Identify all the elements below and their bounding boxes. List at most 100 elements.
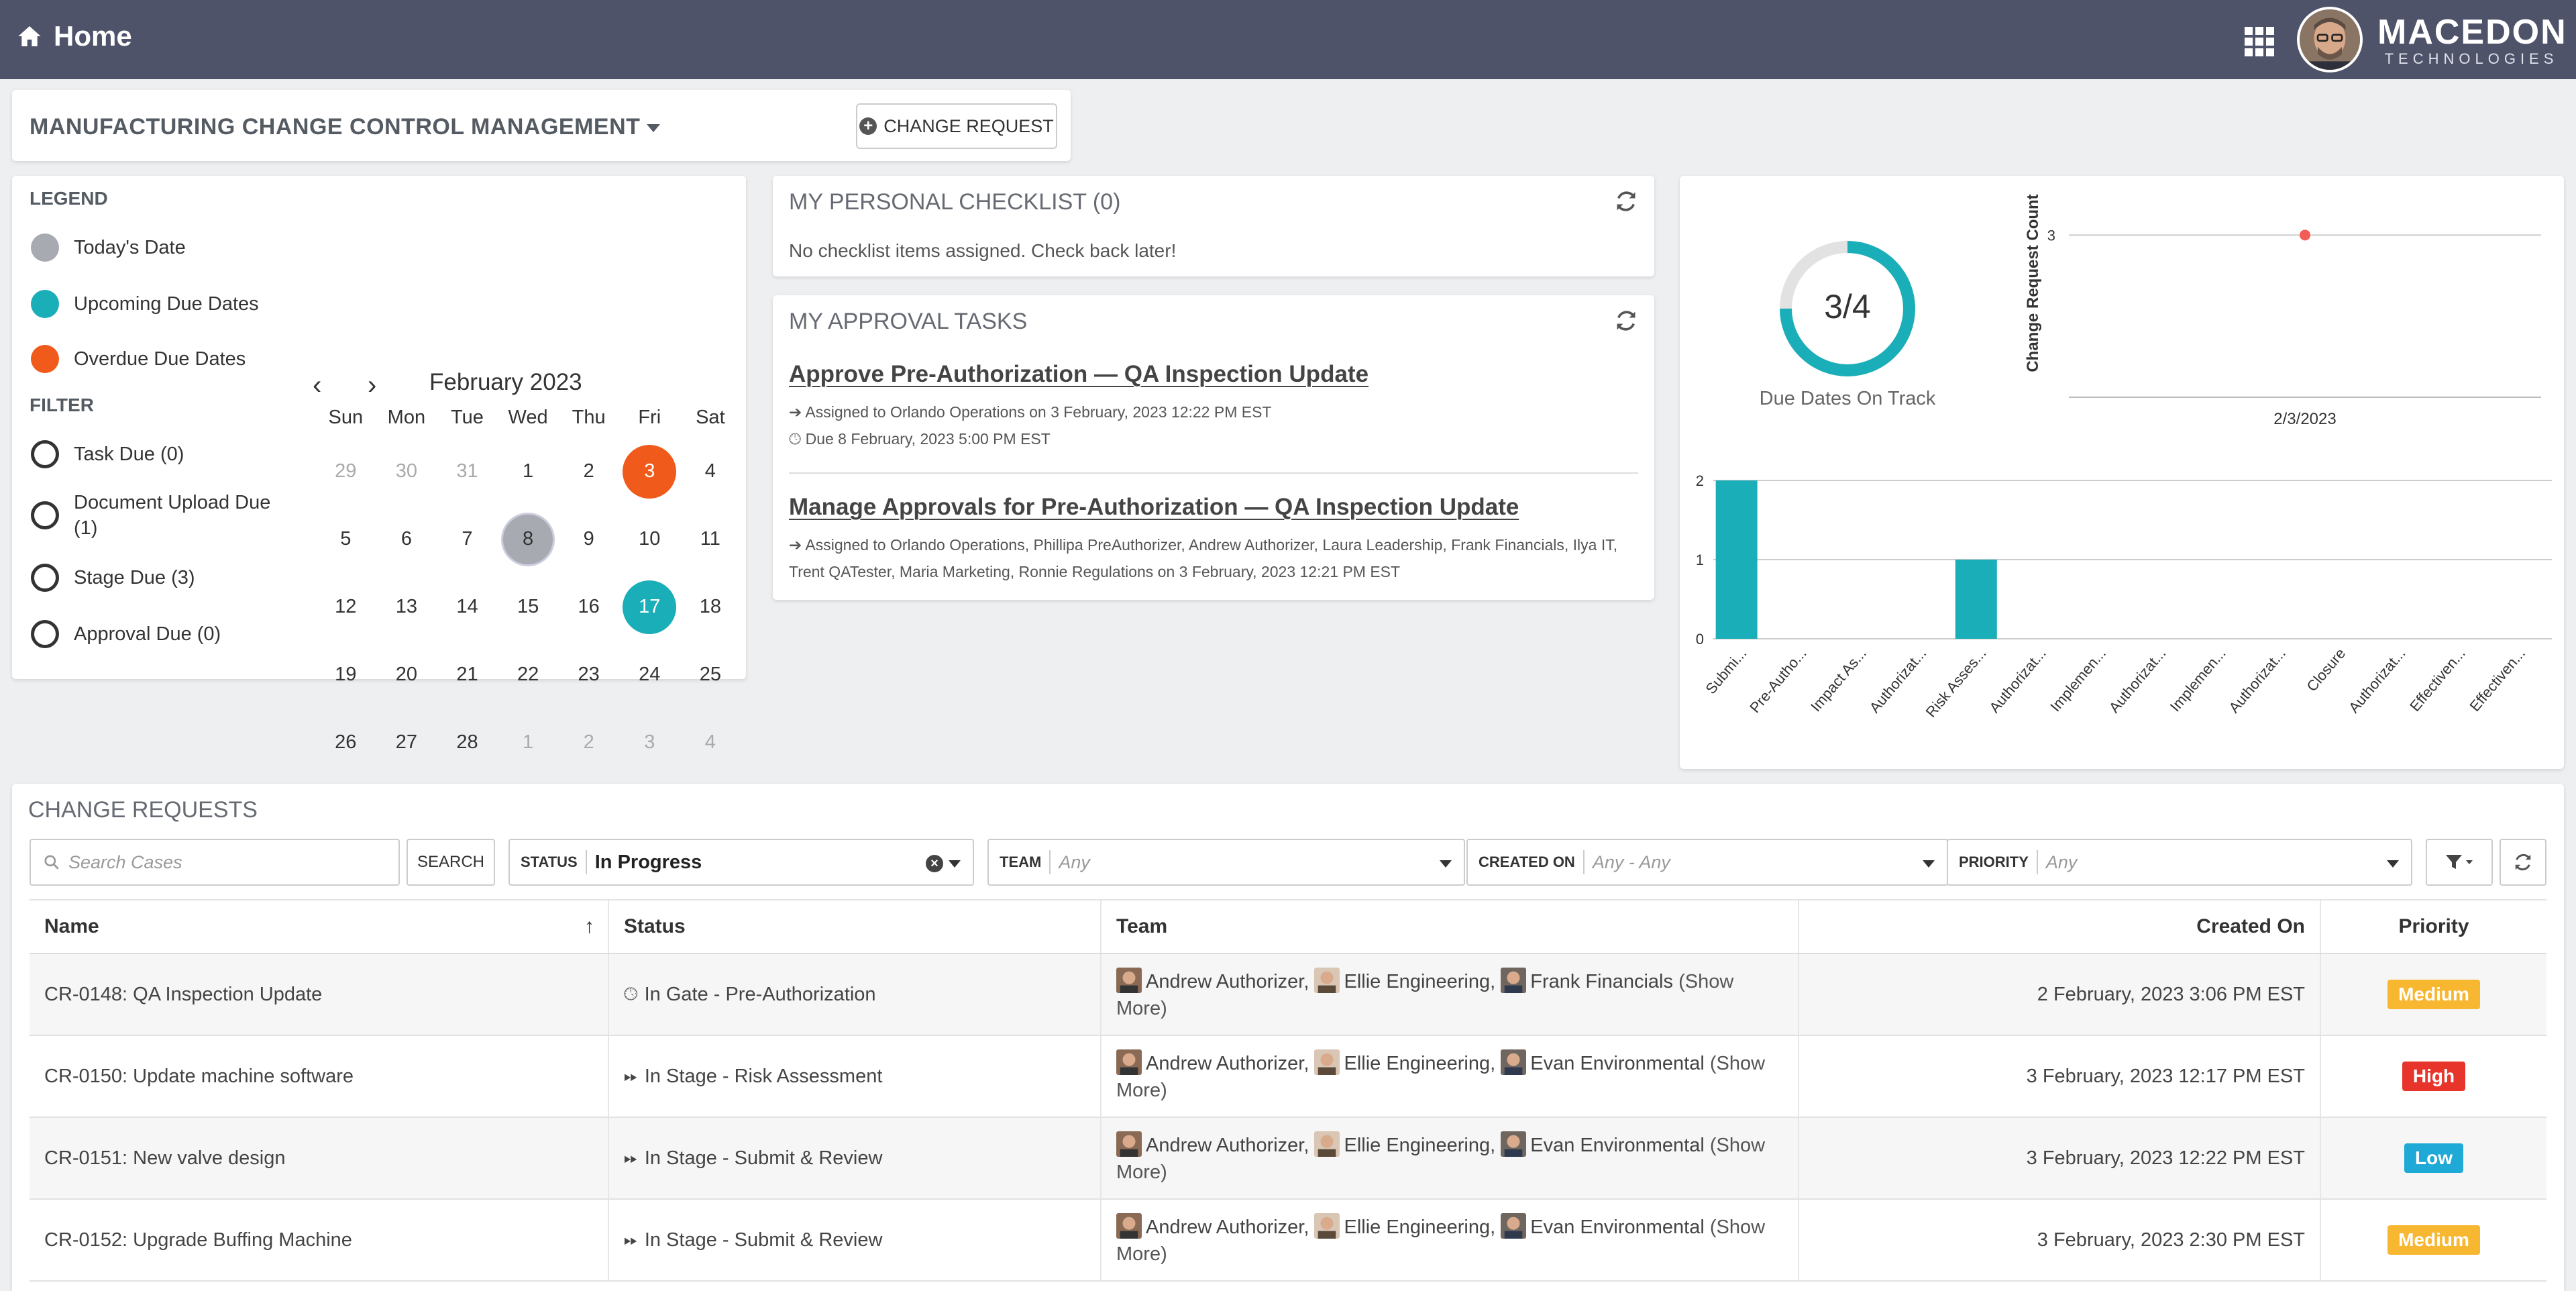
approval-tasks-title: MY APPROVAL TASKS <box>789 309 1028 334</box>
calendar-day[interactable]: 11 <box>680 505 741 573</box>
apps-grid-icon[interactable] <box>2245 27 2274 56</box>
next-month-icon[interactable]: › <box>368 370 376 401</box>
column-header-status[interactable]: Status <box>609 900 1102 953</box>
priority-badge: Low <box>2404 1143 2463 1173</box>
x-tick-label: Authorizat... <box>2225 645 2289 716</box>
calendar-day[interactable]: 5 <box>315 505 376 573</box>
calendar-day[interactable]: 24 <box>619 641 680 709</box>
calendar-day[interactable]: 16 <box>558 573 619 641</box>
home-link[interactable]: Home <box>16 20 132 52</box>
calendar-day-today: 8 <box>501 512 555 566</box>
search-button[interactable]: SEARCH <box>407 839 495 886</box>
approval-task-due: 🕓︎ Due 8 February, 2023 5:00 PM EST <box>789 430 1051 448</box>
team-member: Evan Environmental <box>1530 1134 1705 1156</box>
approval-task-link[interactable]: Manage Approvals for Pre-Authorization —… <box>789 494 1519 521</box>
x-tick-label: Effectiven... <box>2466 645 2528 715</box>
approval-task-link[interactable]: Approve Pre-Authorization — QA Inspectio… <box>789 361 1368 388</box>
filter-task-due[interactable]: Task Due (0) <box>31 440 184 468</box>
calendar-day[interactable]: 17 <box>619 573 680 641</box>
calendar-day[interactable]: 31 <box>437 437 498 505</box>
calendar-day[interactable]: 30 <box>376 437 437 505</box>
calendar-day[interactable]: 8 <box>498 505 559 573</box>
calendar-day[interactable]: 2 <box>558 709 619 776</box>
search-input[interactable]: Search Cases <box>30 839 400 886</box>
calendar-day[interactable]: 13 <box>376 573 437 641</box>
request-status-cell: ⏩︎ In Stage - Submit & Review <box>609 1200 1102 1280</box>
calendar-day[interactable]: 19 <box>315 641 376 709</box>
radio-icon[interactable] <box>31 620 59 648</box>
calendar-day[interactable]: 26 <box>315 709 376 776</box>
calendar-day-number: 16 <box>578 596 600 617</box>
team-filter[interactable]: TEAM Any <box>987 839 1465 886</box>
column-header-created-on[interactable]: Created On <box>1799 900 2321 953</box>
calendar-day[interactable]: 25 <box>680 641 741 709</box>
team-member: Andrew Authorizer, <box>1146 1134 1309 1156</box>
user-avatar[interactable] <box>2297 7 2363 72</box>
calendar-day[interactable]: 20 <box>376 641 437 709</box>
request-name-cell[interactable]: CR-0152: Upgrade Buffing Machine <box>30 1200 609 1280</box>
calendar-day[interactable]: 12 <box>315 573 376 641</box>
calendar-day[interactable]: 7 <box>437 505 498 573</box>
table-row[interactable]: CR-0151: New valve design ⏩︎ In Stage - Su… <box>30 1118 2546 1200</box>
sort-up-icon[interactable]: ↑ <box>584 915 594 938</box>
calendar-day[interactable]: 27 <box>376 709 437 776</box>
chevron-down-icon <box>949 860 961 868</box>
refresh-icon[interactable] <box>1614 309 1638 333</box>
app-title-dropdown[interactable]: MANUFACTURING CHANGE CONTROL MANAGEMENT <box>30 114 661 140</box>
clear-icon[interactable]: × <box>926 855 943 872</box>
calendar-day[interactable]: 1 <box>498 709 559 776</box>
request-name-cell[interactable]: CR-0148: QA Inspection Update <box>30 954 609 1035</box>
radio-icon[interactable] <box>31 501 59 529</box>
request-created-cell: 2 February, 2023 3:06 PM EST <box>1799 954 2321 1035</box>
radio-icon[interactable] <box>31 564 59 592</box>
calendar-day[interactable]: 3 <box>619 709 680 776</box>
table-row[interactable]: CR-0150: Update machine software ⏩︎ In Sta… <box>30 1036 2546 1118</box>
calendar-day[interactable]: 28 <box>437 709 498 776</box>
column-header-priority[interactable]: Priority <box>2321 900 2546 953</box>
status-filter[interactable]: STATUS In Progress × <box>508 839 974 886</box>
calendar-day[interactable]: 14 <box>437 573 498 641</box>
request-created-cell: 3 February, 2023 12:17 PM EST <box>1799 1036 2321 1117</box>
x-tick-label: Effectiven... <box>2406 645 2469 715</box>
column-header-team[interactable]: Team <box>1102 900 1799 953</box>
chevron-down-icon <box>1440 860 1452 868</box>
change-request-button[interactable]: + CHANGE REQUEST <box>856 103 1057 149</box>
calendar-day[interactable]: 18 <box>680 573 741 641</box>
calendar-day[interactable]: 2 <box>558 437 619 505</box>
calendar-day[interactable]: 4 <box>680 437 741 505</box>
calendar-day[interactable]: 29 <box>315 437 376 505</box>
radio-icon[interactable] <box>31 440 59 468</box>
calendar-day[interactable]: 9 <box>558 505 619 573</box>
calendar-day[interactable]: 22 <box>498 641 559 709</box>
calendar-day-number: 21 <box>456 664 478 685</box>
request-name-cell[interactable]: CR-0150: Update machine software <box>30 1036 609 1117</box>
calendar-day[interactable]: 15 <box>498 573 559 641</box>
refresh-icon <box>2515 854 2531 871</box>
calendar-day[interactable]: 3 <box>619 437 680 505</box>
filter-stage-due[interactable]: Stage Due (3) <box>31 564 195 592</box>
calendar-day[interactable]: 1 <box>498 437 559 505</box>
calendar-day[interactable]: 21 <box>437 641 498 709</box>
calendar-day[interactable]: 23 <box>558 641 619 709</box>
calendar-day-number: 1 <box>523 460 534 482</box>
column-header-name[interactable]: Name ↑ <box>30 900 609 953</box>
request-priority-cell: Medium <box>2321 1200 2546 1280</box>
priority-filter[interactable]: PRIORITY Any <box>1947 839 2412 886</box>
created-on-filter[interactable]: CREATED ON Any - Any <box>1466 839 1948 886</box>
legend-item-overdue: Overdue Due Dates <box>31 345 246 373</box>
table-row[interactable]: CR-0152: Upgrade Buffing Machine ⏩︎ In Sta… <box>30 1200 2546 1282</box>
calendar-day[interactable]: 4 <box>680 709 741 776</box>
filter-approval-due[interactable]: Approval Due (0) <box>31 620 221 648</box>
table-row[interactable]: CR-0148: QA Inspection Update 🕓︎ In Gate -… <box>30 954 2546 1036</box>
table-body: CR-0148: QA Inspection Update 🕓︎ In Gate -… <box>30 954 2546 1282</box>
filter-document-upload-due[interactable]: Document Upload Due (1) <box>31 490 272 541</box>
prev-month-icon[interactable]: ‹ <box>313 370 321 401</box>
filter-button[interactable] <box>2426 839 2493 886</box>
refresh-icon[interactable] <box>1614 189 1638 213</box>
calendar-day-number: 1 <box>523 731 534 753</box>
refresh-button[interactable] <box>2500 839 2546 886</box>
request-name-cell[interactable]: CR-0151: New valve design <box>30 1118 609 1198</box>
calendar-day[interactable]: 10 <box>619 505 680 573</box>
member-avatar <box>1501 1049 1527 1075</box>
calendar-day[interactable]: 6 <box>376 505 437 573</box>
